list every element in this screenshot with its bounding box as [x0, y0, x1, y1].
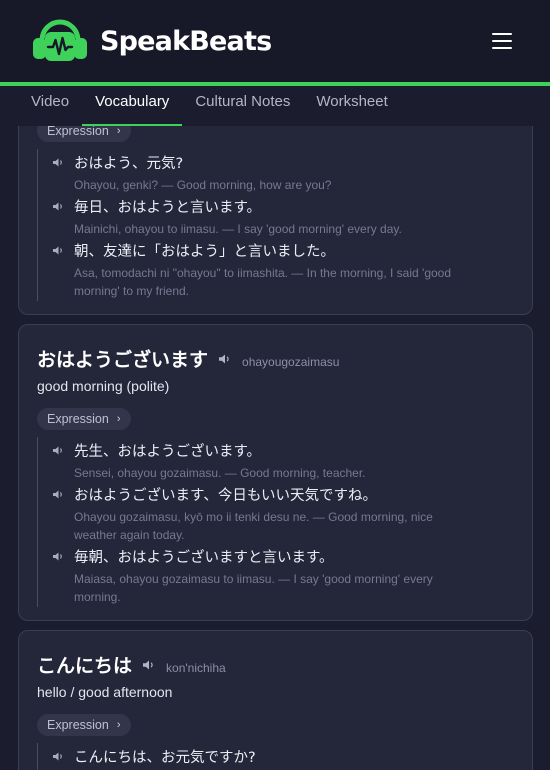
vocab-meaning: good morning (polite)	[37, 378, 170, 394]
example-item: 朝、友達に「おはよう」と言いました。 Asa, tomodachi ni "oh…	[52, 240, 514, 300]
tab-video[interactable]: Video	[18, 86, 82, 126]
expression-chip[interactable]: Expression ›	[37, 714, 131, 736]
chip-label: Expression	[47, 124, 109, 138]
example-japanese: こんにちは、お元気ですか?	[74, 750, 256, 766]
example-item: おはようございます、今日もいい天気ですね。 Ohayou gozaimasu, …	[52, 484, 514, 544]
expression-chip[interactable]: Expression ›	[37, 408, 131, 430]
speaker-icon[interactable]	[52, 245, 65, 256]
speaker-icon[interactable]	[52, 551, 65, 562]
example-japanese: おはようございます、今日もいい天気ですね。	[74, 488, 378, 504]
example-item: 毎朝、おはようございますと言います。 Maiasa, ohayou gozaim…	[52, 546, 514, 606]
speaker-icon[interactable]	[52, 489, 65, 500]
vocab-romaji: kon'nichiha	[166, 661, 226, 675]
speaker-icon[interactable]	[52, 157, 65, 168]
chevron-right-icon: ›	[116, 125, 121, 137]
chevron-right-icon: ›	[116, 413, 121, 425]
vocab-romaji: ohayougozaimasu	[242, 355, 340, 369]
example-japanese: おはよう、元気?	[74, 156, 184, 172]
example-translation: Mainichi, ohayou to iimasu. — I say 'goo…	[74, 222, 402, 236]
app-header: SpeakBeats	[0, 0, 550, 82]
speaker-icon[interactable]	[218, 353, 232, 365]
example-japanese: 毎日、おはようと言います。	[74, 200, 262, 216]
example-translation: Maiasa, ohayou gozaimasu to iimasu. — I …	[74, 572, 433, 604]
example-translation: Asa, tomodachi ni "ohayou" to iimashita.…	[74, 266, 452, 298]
vocab-meaning: hello / good afternoon	[37, 684, 173, 700]
vocab-card-konnichiha: こんにちは kon'nichiha hello / good afternoon…	[18, 630, 533, 770]
chip-label: Expression	[47, 718, 109, 732]
chip-label: Expression	[47, 412, 109, 426]
example-translation: Ohayou, genki? — Good morning, how are y…	[74, 178, 332, 192]
example-japanese: 毎朝、おはようございますと言います。	[74, 550, 334, 566]
tab-vocabulary[interactable]: Vocabulary	[82, 86, 183, 126]
tab-cultural-notes[interactable]: Cultural Notes	[182, 86, 303, 126]
speaker-icon[interactable]	[142, 659, 156, 671]
example-item: 毎日、おはようと言います。 Mainichi, ohayou to iimasu…	[52, 196, 514, 238]
example-translation: Sensei, ohayou gozaimasu. — Good morning…	[74, 466, 366, 480]
example-japanese: 先生、おはようございます。	[74, 444, 262, 460]
brand-name: SpeakBeats	[100, 25, 272, 57]
example-japanese: 朝、友達に「おはよう」と言いました。	[74, 244, 335, 260]
vocab-card-ohayou: Expression › おはよう、元気? Ohayou, genki? — G…	[18, 96, 533, 315]
brand-logo[interactable]: SpeakBeats	[28, 17, 272, 65]
headphones-waveform-icon	[33, 19, 87, 61]
speaker-icon[interactable]	[52, 751, 65, 762]
example-list: おはよう、元気? Ohayou, genki? — Good morning, …	[37, 149, 514, 301]
vocab-word: おはようございます	[37, 349, 209, 371]
vocab-word: こんにちは	[37, 655, 133, 677]
example-item: おはよう、元気? Ohayou, genki? — Good morning, …	[52, 152, 514, 194]
speaker-icon[interactable]	[52, 201, 65, 212]
example-list: 先生、おはようございます。 Sensei, ohayou gozaimasu. …	[37, 437, 514, 607]
speaker-icon[interactable]	[52, 445, 65, 456]
example-list: こんにちは、お元気ですか?	[37, 743, 514, 770]
vocab-card-ohayougozaimasu: おはようございます ohayougozaimasu good morning (…	[18, 324, 533, 621]
example-item: こんにちは、お元気ですか?	[52, 746, 514, 767]
chevron-right-icon: ›	[116, 719, 121, 731]
example-translation: Ohayou gozaimasu, kyō mo ii tenki desu n…	[74, 510, 433, 542]
hamburger-menu-icon[interactable]	[492, 33, 512, 49]
tab-bar: Video Vocabulary Cultural Notes Workshee…	[0, 86, 550, 126]
example-item: 先生、おはようございます。 Sensei, ohayou gozaimasu. …	[52, 440, 514, 482]
tab-worksheet[interactable]: Worksheet	[303, 86, 400, 126]
